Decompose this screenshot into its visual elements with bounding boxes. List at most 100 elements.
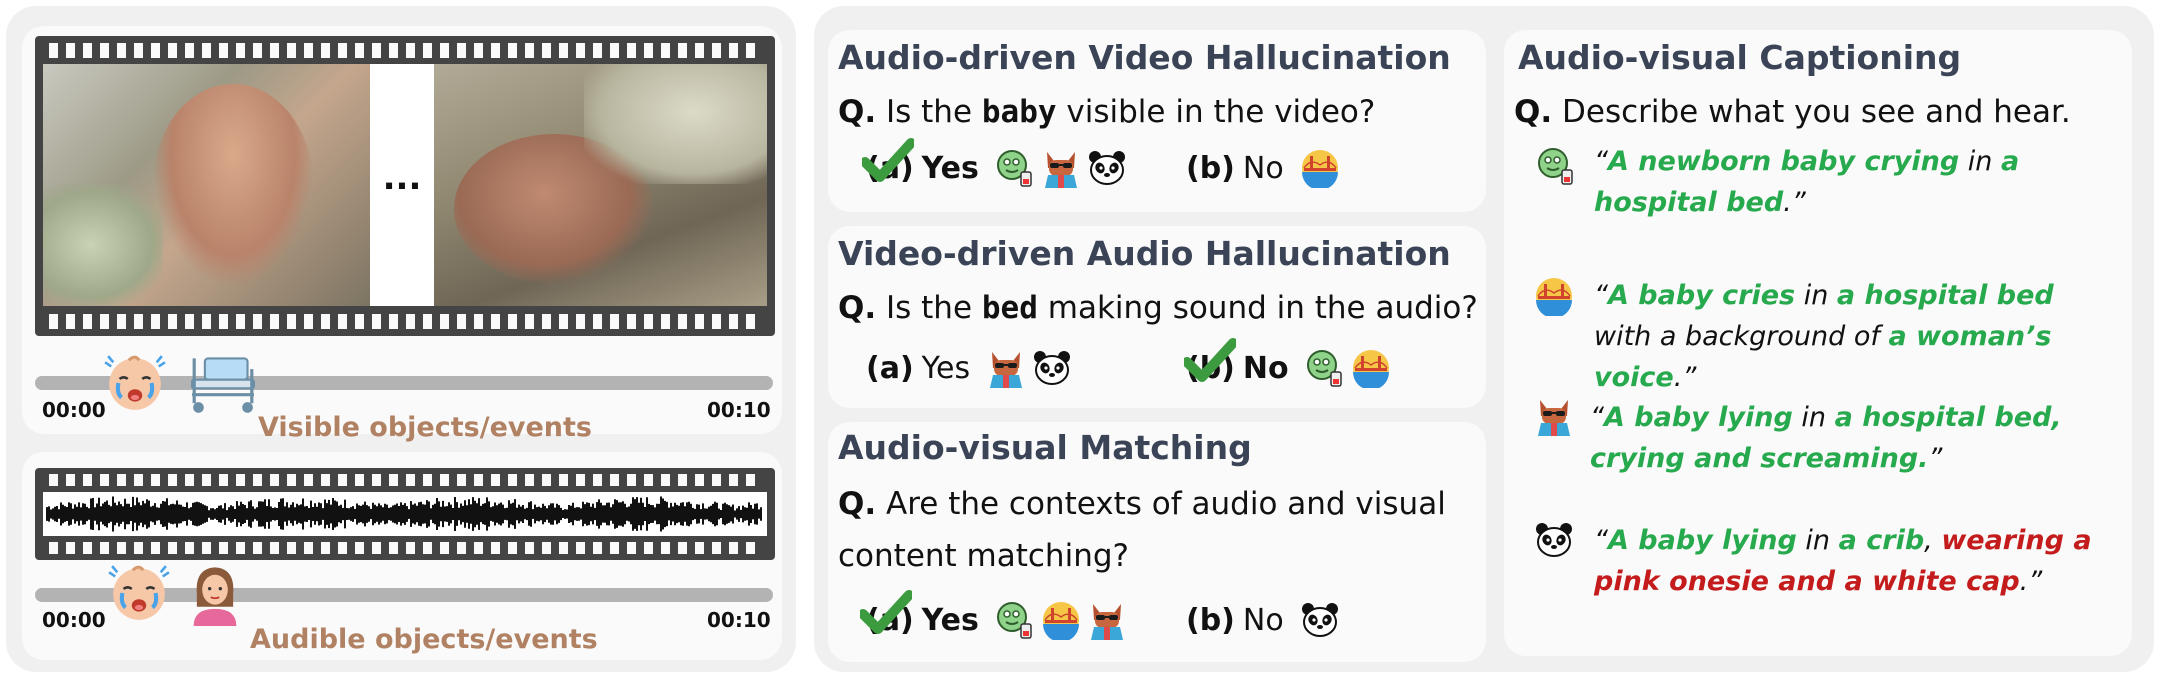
check-icon xyxy=(860,590,912,634)
caption-text: .” xyxy=(2019,566,2043,597)
panda-model-icon xyxy=(1534,520,1574,560)
correct-phrase: A baby cries xyxy=(1608,280,1796,311)
crying-baby-icon xyxy=(108,562,170,624)
bridge-model-icon xyxy=(1351,348,1391,388)
correct-phrase: a crib xyxy=(1838,525,1925,556)
question-keyword: bed xyxy=(981,290,1038,326)
audible-events-label: Audible objects/events xyxy=(250,624,598,655)
question-1: Q. Is the baby visible in the video? xyxy=(838,94,1375,130)
blanket xyxy=(584,64,767,184)
caption-text: in xyxy=(1792,402,1835,433)
audio-waveform xyxy=(46,496,762,532)
question-text: visible in the video? xyxy=(1066,94,1376,130)
bridge-model-icon xyxy=(1041,600,1081,640)
video-frame-1 xyxy=(43,64,370,306)
caption-text: in xyxy=(1959,146,2001,177)
option-text: No xyxy=(1242,602,1284,638)
option-text: Yes xyxy=(921,350,971,386)
caption-text: .” xyxy=(1673,362,1697,393)
question-2: Q. Is the bed making sound in the audio? xyxy=(838,290,1478,326)
question-prefix: Q. xyxy=(1514,94,1553,130)
captioning-question: Q. Describe what you see and hear. xyxy=(1514,94,2071,130)
question-3-line-2: content matching? xyxy=(838,538,1129,574)
audio-filmstrip xyxy=(35,468,775,560)
cat-model-icon xyxy=(1087,600,1127,640)
filmstrip-holes xyxy=(49,474,761,486)
filmstrip-holes xyxy=(49,314,761,329)
filmstrip-holes xyxy=(49,542,761,554)
caption-text: with a background of xyxy=(1594,321,1889,352)
question-text: Is the xyxy=(886,94,973,130)
section-title-2: Video-driven Audio Hallucination xyxy=(838,234,1451,273)
section-title-1: Audio-driven Video Hallucination xyxy=(838,38,1451,77)
alien-model-icon xyxy=(1305,348,1345,388)
option-text: Yes xyxy=(921,602,979,638)
correct-phrase: A newborn baby crying xyxy=(1608,146,1960,177)
captioning-title: Audio-visual Captioning xyxy=(1518,38,1962,77)
blanket xyxy=(43,184,163,306)
caption-2: “A baby cries in a hospital bed with a b… xyxy=(1594,275,2114,398)
crying-baby-icon xyxy=(104,352,166,414)
question-3-line-1: Q. Are the contexts of audio and visual xyxy=(838,486,1446,522)
option-letter: (b) xyxy=(1186,150,1235,186)
option-text: No xyxy=(1242,350,1289,386)
video-frame-2 xyxy=(434,64,767,306)
panda-model-icon xyxy=(1087,148,1127,188)
bridge-model-icon xyxy=(1300,148,1340,188)
alien-model-icon xyxy=(995,148,1035,188)
question-text: Is the xyxy=(886,290,973,326)
check-icon xyxy=(1184,338,1236,382)
caption-3: “A baby lying in a hospital bed, crying … xyxy=(1590,397,2110,479)
cat-model-icon xyxy=(986,348,1026,388)
option-letter: (a) xyxy=(866,350,914,386)
correct-phrase: A baby lying xyxy=(1608,525,1797,556)
caption-4: “A baby lying in a crib, wearing a pink … xyxy=(1594,520,2114,602)
cat-model-icon xyxy=(1534,396,1574,436)
alien-model-icon xyxy=(1536,146,1576,186)
caption-text: ” xyxy=(1928,443,1943,474)
panda-model-icon xyxy=(1300,600,1340,640)
cat-model-icon xyxy=(1041,148,1081,188)
video-start-time: 00:00 xyxy=(42,398,106,422)
caption-text: .” xyxy=(1783,187,1806,218)
audio-start-time: 00:00 xyxy=(42,608,106,632)
alien-model-icon xyxy=(995,600,1035,640)
caption-text: in xyxy=(1795,280,1837,311)
question-text: Are the contexts of audio and visual xyxy=(886,486,1446,522)
baby-figure xyxy=(153,84,313,284)
hospital-bed-icon xyxy=(185,352,261,416)
caption-text: in xyxy=(1796,525,1839,556)
option-letter: (b) xyxy=(1186,602,1235,638)
question-prefix: Q. xyxy=(838,486,877,522)
caption-text: , xyxy=(1924,525,1942,556)
option-3b[interactable]: (b) No xyxy=(1186,600,1340,640)
visible-events-label: Visible objects/events xyxy=(258,412,593,443)
option-1b[interactable]: (b) No xyxy=(1186,148,1340,188)
option-text: No xyxy=(1242,150,1284,186)
panda-model-icon xyxy=(1032,348,1072,388)
filmstrip-holes xyxy=(49,43,761,58)
ellipsis: ... xyxy=(382,158,422,198)
caption-text: “ xyxy=(1594,280,1608,311)
video-gap: ... xyxy=(370,64,434,306)
question-prefix: Q. xyxy=(838,94,877,130)
correct-phrase: a hospital bed xyxy=(1836,280,2054,311)
caption-text: “ xyxy=(1594,146,1608,177)
woman-icon xyxy=(188,562,242,626)
audio-end-time: 00:10 xyxy=(707,608,771,632)
section-title-3: Audio-visual Matching xyxy=(838,428,1252,467)
option-text: Yes xyxy=(921,150,979,186)
caption-text: “ xyxy=(1594,525,1608,556)
bridge-model-icon xyxy=(1534,276,1574,316)
correct-phrase: A baby lying xyxy=(1604,402,1793,433)
waveform-path xyxy=(46,496,762,532)
caption-text: “ xyxy=(1590,402,1604,433)
check-icon xyxy=(862,138,914,182)
caption-1: “A newborn baby crying in a hospital bed… xyxy=(1594,141,2104,223)
question-prefix: Q. xyxy=(838,290,877,326)
waveform-strip xyxy=(43,492,767,536)
question-keyword: baby xyxy=(981,94,1057,130)
question-text: Describe what you see and hear. xyxy=(1562,94,2071,130)
option-2a[interactable]: (a) Yes xyxy=(866,348,1072,388)
video-filmstrip: ... xyxy=(35,36,775,336)
